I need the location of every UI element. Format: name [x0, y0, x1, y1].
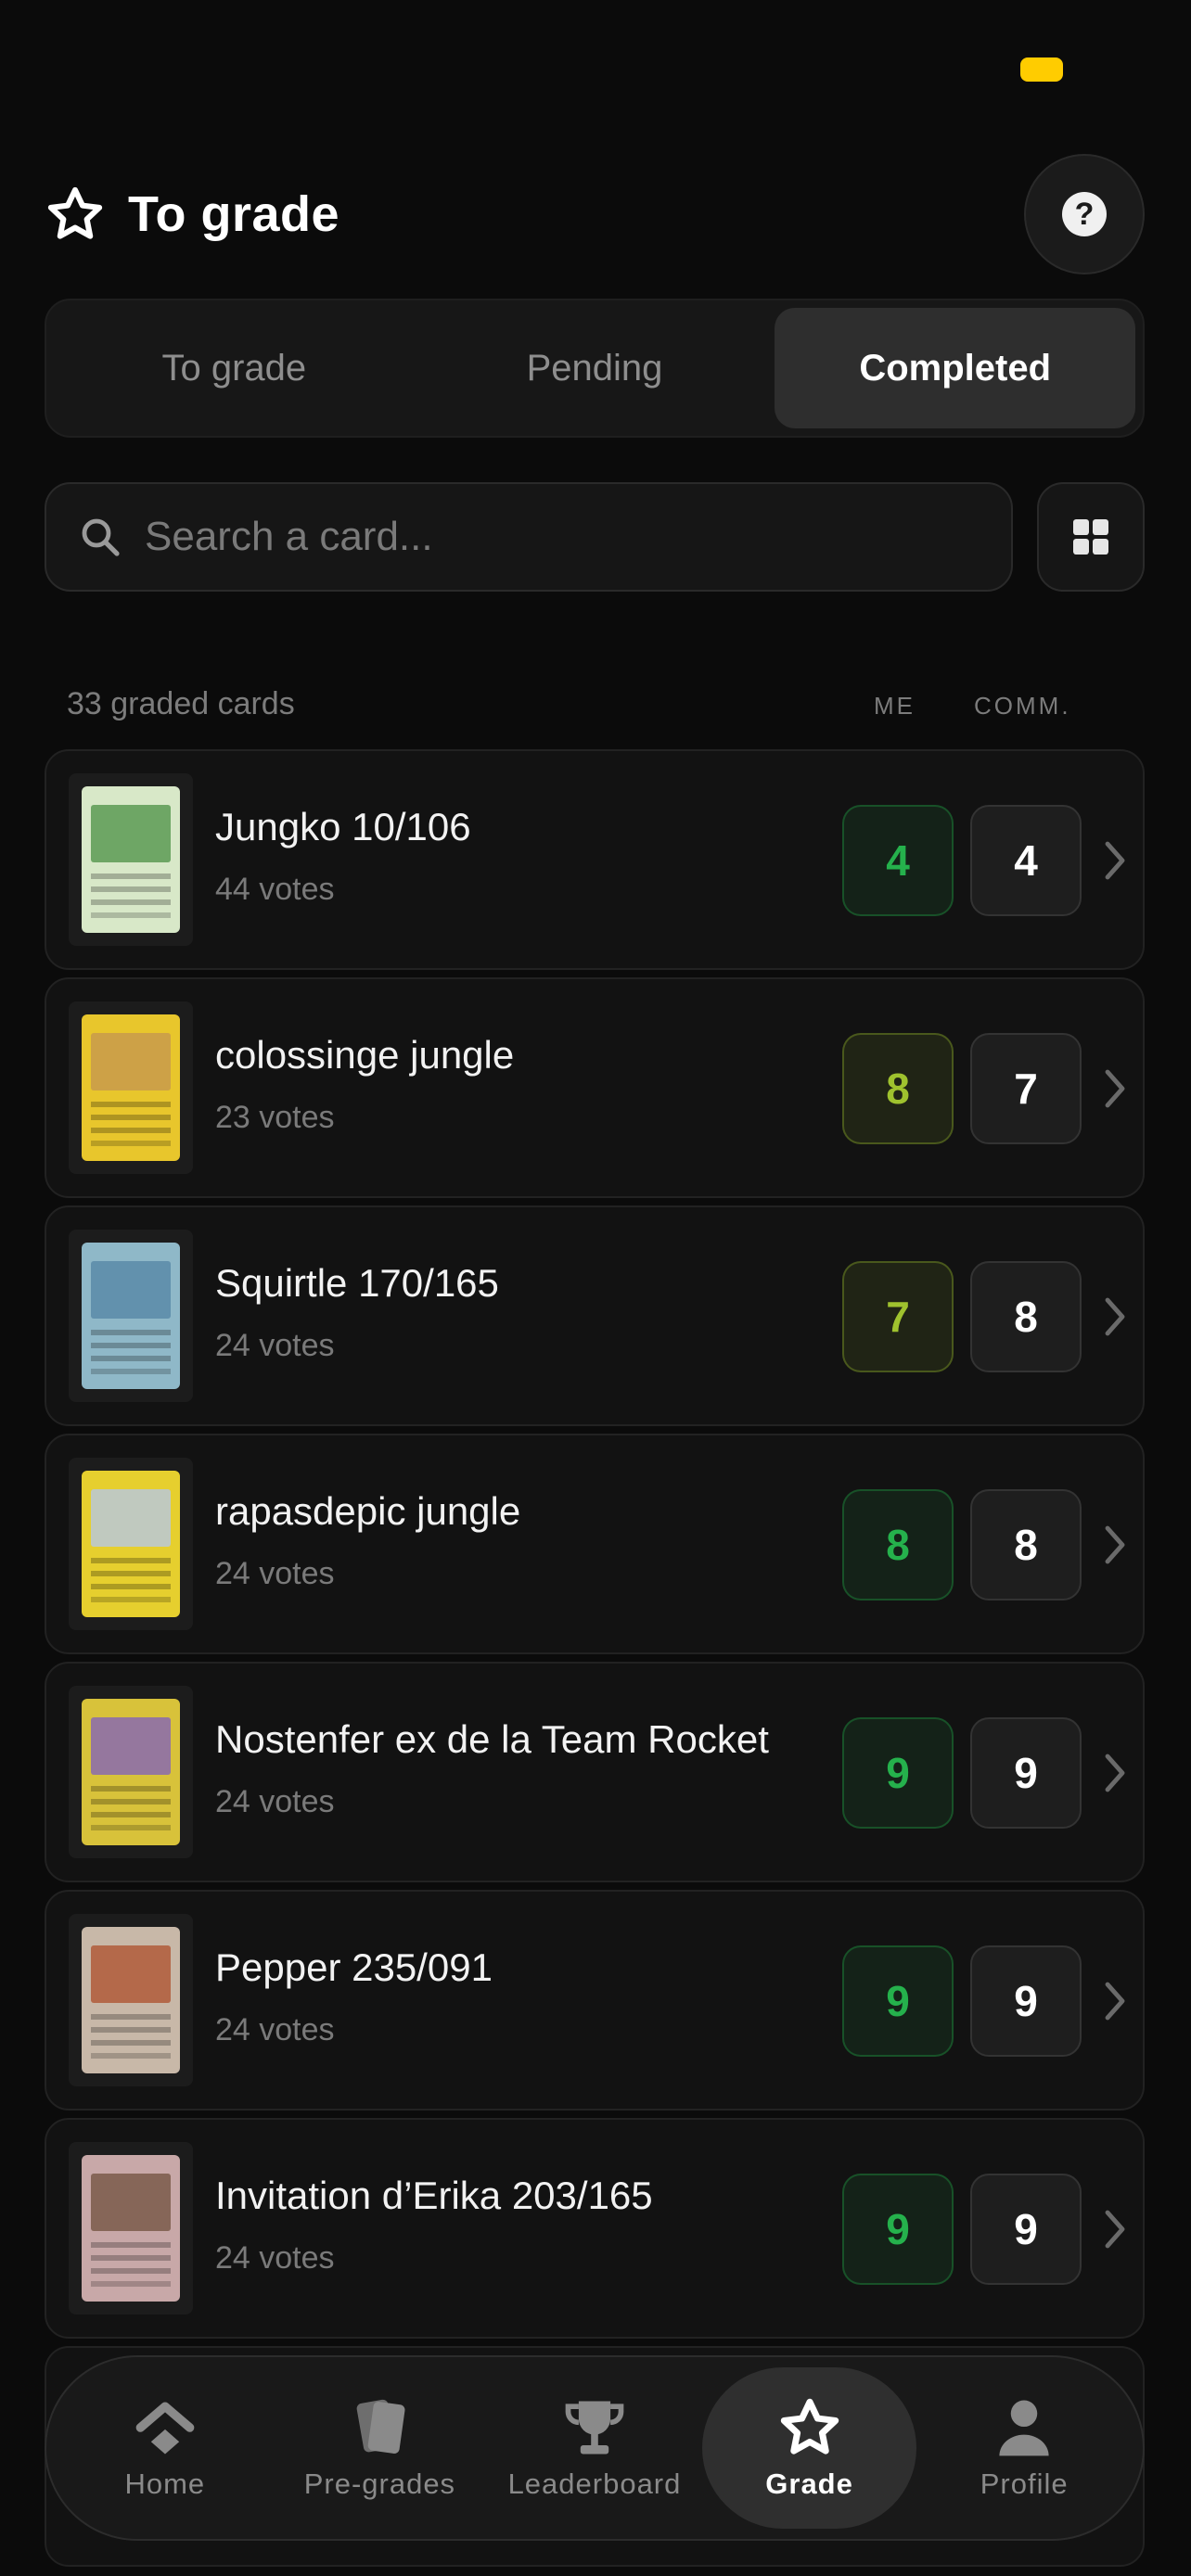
card-votes: 44 votes: [215, 872, 335, 907]
tab-grade[interactable]: Grade: [701, 2367, 917, 2529]
community-grade-badge: 9: [970, 1945, 1082, 2057]
question-icon: ?: [1062, 192, 1107, 236]
card-row[interactable]: Jungko 10/106 44 votes 4 4: [45, 749, 1145, 970]
community-grade-badge: 8: [970, 1489, 1082, 1600]
card-name: Squirtle 170/165: [215, 1261, 499, 1305]
card-votes: 24 votes: [215, 1784, 335, 1819]
star-icon: [780, 2398, 839, 2455]
card-votes: 24 votes: [215, 2240, 335, 2276]
tab-profile[interactable]: Profile: [916, 2367, 1132, 2529]
card-text-lines: [91, 2242, 171, 2248]
chevron-right-icon: [1105, 1525, 1125, 1564]
help-button[interactable]: ?: [1024, 154, 1145, 274]
card-row[interactable]: Invitation d’Erika 203/165 24 votes 9 9: [45, 2118, 1145, 2339]
tab-home[interactable]: Home: [58, 2367, 273, 2529]
tab-label: Grade: [765, 2468, 853, 2500]
column-comm-label: COMM.: [974, 692, 1071, 720]
person-icon: [999, 2400, 1049, 2456]
card-name: Nostenfer ex de la Team Rocket: [215, 1717, 769, 1761]
card-text-lines: [91, 1102, 171, 1107]
community-grade-badge: 9: [970, 2174, 1082, 2285]
community-grade-badge: 4: [970, 805, 1082, 916]
chevron-right-icon: [1105, 1982, 1125, 2021]
community-grade-badge: 9: [970, 1717, 1082, 1829]
card-name: Invitation d’Erika 203/165: [215, 2174, 653, 2217]
chevron-right-icon: [1105, 1753, 1125, 1792]
card-votes: 24 votes: [215, 1328, 335, 1363]
card-row[interactable]: Pepper 235/091 24 votes 9 9: [45, 1890, 1145, 2111]
tab-label: Profile: [980, 2468, 1069, 2500]
card-text-lines: [91, 874, 171, 879]
chevron-right-icon: [1105, 2210, 1125, 2249]
home-icon: [135, 2402, 195, 2455]
graded-count: 33 graded cards: [67, 686, 295, 721]
card-name: rapasdepic jungle: [215, 1489, 521, 1533]
card-votes: 23 votes: [215, 1100, 335, 1135]
card-thumbnail: [69, 773, 193, 946]
chevron-right-icon: [1105, 1297, 1125, 1336]
my-grade-badge: 9: [842, 1717, 954, 1829]
card-row[interactable]: Nostenfer ex de la Team Rocket 24 votes 9 9: [45, 1662, 1145, 1882]
tab-label: Leaderboard: [507, 2468, 682, 2500]
star-outline-icon: [47, 186, 103, 239]
card-text-lines: [91, 2014, 171, 2020]
tab-label: Pre-grades: [303, 2468, 456, 2500]
my-grade-badge: 8: [842, 1033, 954, 1144]
my-grade-badge: 9: [842, 2174, 954, 2285]
card-text-lines: [91, 1330, 171, 1335]
grid-view-button[interactable]: [1037, 482, 1145, 592]
status-segmented-control: To grade Pending Completed: [45, 299, 1145, 438]
my-grade-badge: 7: [842, 1261, 954, 1372]
card-row[interactable]: colossinge jungle 23 votes 8 7: [45, 977, 1145, 1198]
card-thumbnail: [69, 1458, 193, 1630]
status-indicator: [1020, 57, 1063, 82]
list-header: 33 graded cards ME COMM.: [67, 686, 1087, 727]
my-grade-badge: 8: [842, 1489, 954, 1600]
search-icon: [82, 518, 120, 556]
trophy-icon: [565, 2401, 624, 2455]
grid-icon: [1073, 519, 1108, 555]
card-illustration: [91, 805, 171, 862]
tab-to-grade[interactable]: To grade: [54, 308, 415, 428]
card-votes: 24 votes: [215, 2012, 335, 2047]
card-row[interactable]: rapasdepic jungle 24 votes 8 8: [45, 1434, 1145, 1654]
card-row[interactable]: Squirtle 170/165 24 votes 7 8: [45, 1205, 1145, 1426]
card-illustration: [91, 1945, 171, 2003]
tab-completed[interactable]: Completed: [775, 308, 1136, 428]
bottom-tab-bar: Home Pre-grades Leaderboard Grade Profil…: [45, 2355, 1145, 2541]
tab-pending[interactable]: Pending: [415, 308, 775, 428]
tab-label: Home: [124, 2468, 206, 2500]
tab-pre-grades[interactable]: Pre-grades: [273, 2367, 488, 2529]
card-illustration: [91, 1261, 171, 1319]
card-illustration: [91, 1489, 171, 1547]
my-grade-badge: 4: [842, 805, 954, 916]
card-text-lines: [91, 1786, 171, 1792]
column-me-label: ME: [874, 692, 916, 720]
chevron-right-icon: [1105, 1069, 1125, 1108]
page-title: To grade: [128, 186, 340, 242]
my-grade-badge: 9: [842, 1945, 954, 2057]
card-name: colossinge jungle: [215, 1033, 515, 1077]
chevron-right-icon: [1105, 841, 1125, 880]
card-thumbnail: [69, 1686, 193, 1858]
community-grade-badge: 8: [970, 1261, 1082, 1372]
card-illustration: [91, 1033, 171, 1090]
card-votes: 24 votes: [215, 1556, 335, 1591]
tab-leaderboard[interactable]: Leaderboard: [487, 2367, 702, 2529]
card-thumbnail: [69, 1230, 193, 1402]
search-bar[interactable]: [45, 482, 1013, 592]
page-header: To grade: [45, 176, 339, 252]
search-input[interactable]: [143, 513, 981, 561]
card-text-lines: [91, 1558, 171, 1563]
card-name: Pepper 235/091: [215, 1945, 493, 1989]
card-thumbnail: [69, 1914, 193, 2086]
community-grade-badge: 7: [970, 1033, 1082, 1144]
card-illustration: [91, 2174, 171, 2231]
cards-icon: [357, 2399, 405, 2454]
card-illustration: [91, 1717, 171, 1775]
card-thumbnail: [69, 1001, 193, 1174]
card-name: Jungko 10/106: [215, 805, 471, 848]
card-thumbnail: [69, 2142, 193, 2315]
